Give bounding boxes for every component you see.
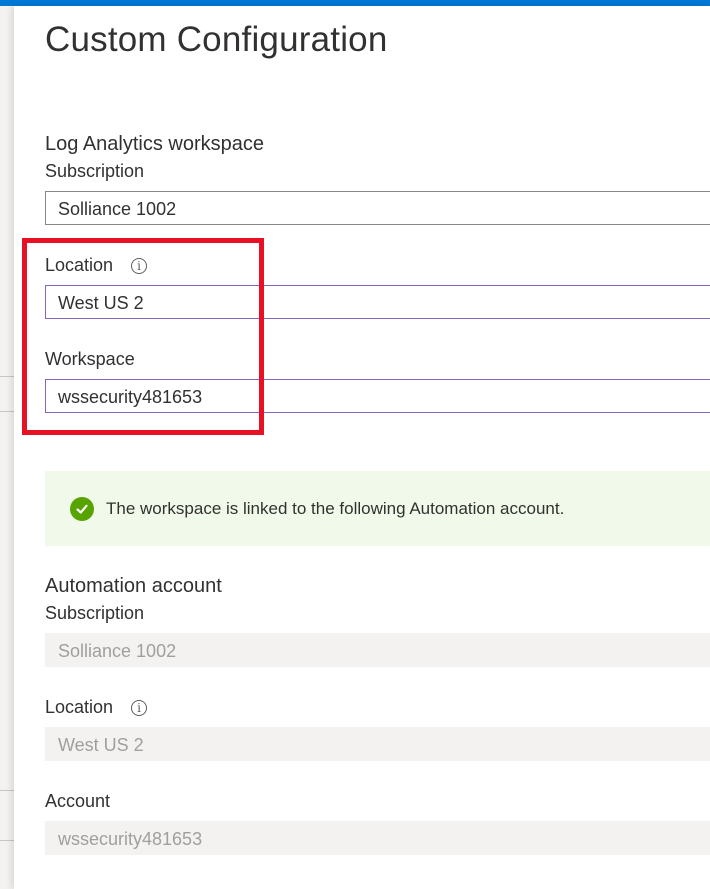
page-title: Custom Configuration xyxy=(45,20,388,59)
location-dropdown[interactable]: West US 2 xyxy=(45,285,710,319)
automation-location-label: Location xyxy=(45,697,114,717)
info-message-bar: The workspace is linked to the following… xyxy=(45,471,710,546)
background-blade xyxy=(0,6,14,889)
info-icon[interactable]: i xyxy=(131,257,148,274)
checkmark-circle-icon xyxy=(70,496,94,521)
custom-configuration-panel: Custom Configuration Log Analytics works… xyxy=(14,6,710,889)
account-label: Account xyxy=(45,791,111,811)
workspace-label: Workspace xyxy=(45,349,135,369)
location-label-row: Location i xyxy=(45,255,148,276)
automation-location-field: West US 2 xyxy=(45,727,710,761)
workspace-dropdown[interactable]: wssecurity481653 xyxy=(45,379,710,413)
divider xyxy=(0,790,14,791)
automation-subscription-label: Subscription xyxy=(45,603,145,623)
info-icon[interactable]: i xyxy=(131,699,148,716)
divider xyxy=(0,411,14,412)
automation-subscription-field: Solliance 1002 xyxy=(45,633,710,667)
log-analytics-section-label: Log Analytics workspace xyxy=(45,133,265,155)
automation-account-field: wssecurity481653 xyxy=(45,821,710,855)
location-label: Location xyxy=(45,255,114,275)
divider xyxy=(0,840,14,841)
subscription-label: Subscription xyxy=(45,161,145,181)
divider xyxy=(0,376,14,377)
automation-section-label: Automation account xyxy=(45,575,222,597)
subscription-dropdown[interactable]: Solliance 1002 xyxy=(45,191,710,225)
automation-location-label-row: Location i xyxy=(45,697,148,718)
message-text: The workspace is linked to the following… xyxy=(106,498,565,518)
